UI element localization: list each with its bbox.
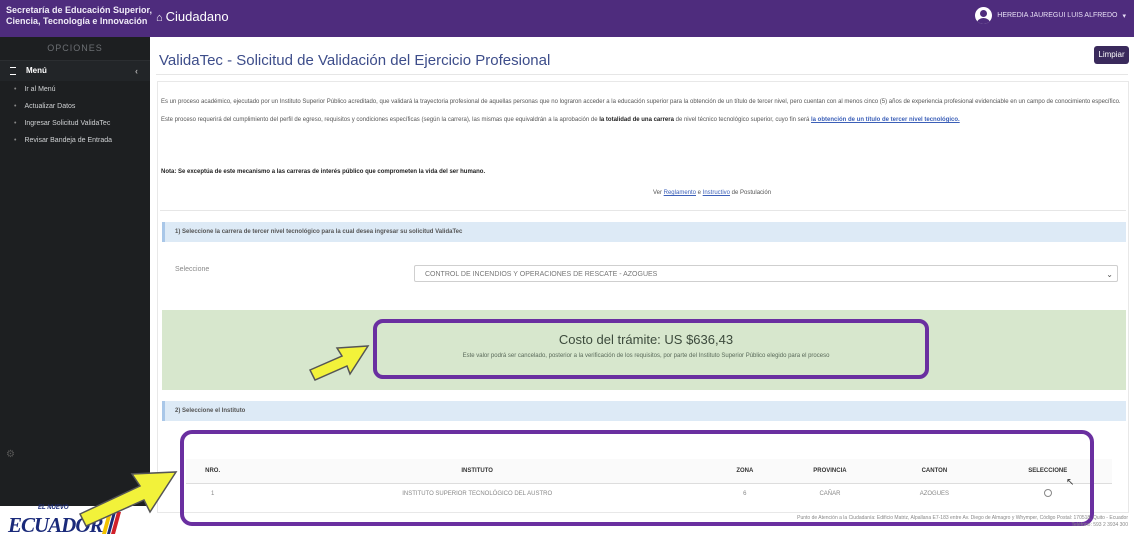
sidebar-item-revisar-bandeja[interactable]: Revisar Bandeja de Entrada	[0, 132, 150, 149]
annotation-arrow-icon	[78, 471, 178, 527]
career-select-value: CONTROL DE INCENDIOS Y OPERACIONES DE RE…	[425, 271, 658, 278]
user-menu[interactable]: HEREDIA JAUREGUI LUIS ALFREDO ▾	[975, 7, 1126, 24]
sidebar-item-ingresar-solicitud[interactable]: Ingresar Solicitud ValidaTec	[0, 115, 150, 132]
user-avatar-icon	[975, 7, 993, 24]
sidebar-item-ir-al-menu[interactable]: Ir al Menú	[0, 81, 150, 98]
footer-phone: Teléfono: 593 2 3934 300	[1071, 522, 1128, 528]
brand-name[interactable]: Secretaría de Educación Superior, Cienci…	[6, 5, 152, 27]
highlight-box-institutes	[180, 430, 1094, 526]
regulations-line: Ver Reglamento e Instructivo de Postulac…	[0, 190, 1134, 196]
user-name: HEREDIA JAUREGUI LUIS ALFREDO	[997, 12, 1118, 19]
highlight-box-cost	[373, 319, 929, 379]
divider	[156, 74, 1128, 75]
annotation-arrow-icon	[308, 345, 370, 381]
ver-and-text: e	[696, 190, 703, 196]
ver-suffix-text: de Postulación	[730, 190, 772, 196]
brand-line-2: Ciencia, Tecnología e Innovación	[6, 16, 148, 26]
section-1-header: 1) Seleccione la carrera de tercer nivel…	[162, 222, 1126, 242]
reglamento-link[interactable]: Reglamento	[664, 190, 696, 196]
brand-line-1: Secretaría de Educación Superior,	[6, 5, 153, 15]
section-2-header: 2) Seleccione el Instituto	[162, 401, 1126, 421]
menu-icon	[10, 66, 16, 75]
collapse-icon[interactable]: ‹	[135, 61, 138, 81]
gear-icon[interactable]: ⚙	[6, 449, 15, 460]
intro-paragraph-1: Es un proceso académico, ejecutado por u…	[161, 99, 1121, 105]
nav-home-label: Ciudadano	[165, 9, 229, 24]
chevron-down-icon: ▾	[1122, 12, 1126, 20]
logo-top-text: EL NUEVO	[38, 505, 69, 511]
career-select-label: Seleccione	[175, 266, 210, 273]
ver-text: Ver	[652, 190, 664, 196]
sidebar: OPCIONES Menú ‹ Ir al Menú Actualizar Da…	[0, 37, 150, 506]
intro-text: Es un proceso académico, ejecutado por u…	[161, 98, 1121, 134]
note-text: Nota: Se exceptúa de este mecanismo a la…	[161, 169, 486, 175]
sidebar-item-actualizar-datos[interactable]: Actualizar Datos	[0, 98, 150, 115]
sidebar-heading: OPCIONES	[0, 37, 150, 61]
intro-p2-text-b: de nivel técnico tecnológico superior, c…	[673, 117, 812, 123]
top-navbar: Secretaría de Educación Superior, Cienci…	[0, 0, 1134, 37]
intro-p2-text-a: Este proceso requerirá del cumplimiento …	[161, 117, 600, 123]
footer-address: Punto de Atención a la Ciudadanía: Edifi…	[797, 515, 1128, 521]
intro-paragraph-2: Este proceso requerirá del cumplimiento …	[161, 116, 1121, 125]
intro-p2-bold-a: la totalidad de una carrera	[599, 117, 674, 123]
sidebar-menu-toggle[interactable]: Menú ‹	[0, 61, 150, 81]
chevron-down-icon: ⌄	[1106, 270, 1113, 279]
page-title: ValidaTec - Solicitud de Validación del …	[159, 52, 551, 69]
mouse-cursor-icon: ↖	[1066, 477, 1075, 488]
intro-p2-bold-link: la obtención de un título de tercer nive…	[811, 117, 960, 123]
menu-label: Menú	[26, 66, 47, 75]
home-icon: ⌂	[156, 12, 163, 24]
nav-home-link[interactable]: ⌂ Ciudadano	[156, 9, 229, 24]
career-select[interactable]: CONTROL DE INCENDIOS Y OPERACIONES DE RE…	[414, 265, 1118, 282]
footer: Punto de Atención a la Ciudadanía: Edifi…	[768, 515, 1128, 529]
instructivo-link[interactable]: Instructivo	[703, 190, 730, 196]
clear-button[interactable]: Limpiar	[1094, 46, 1129, 64]
divider	[160, 210, 1126, 211]
